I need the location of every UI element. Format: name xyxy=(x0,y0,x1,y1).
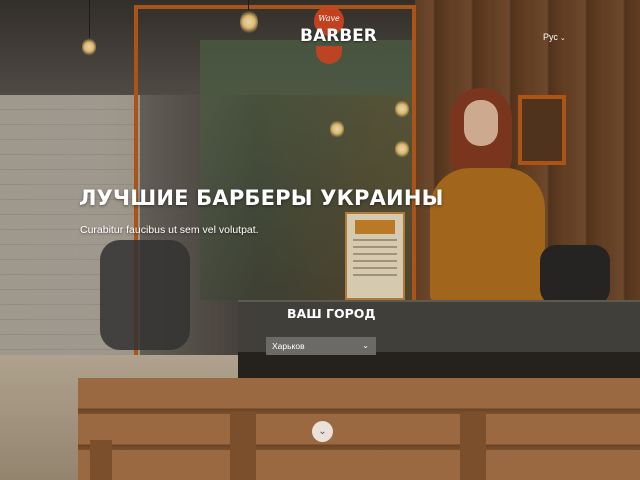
city-selected-value: Харьков xyxy=(272,341,305,351)
language-label: Рус xyxy=(543,32,558,42)
barber-logo[interactable]: Wave BARBER xyxy=(300,6,377,64)
logo-beard-shape xyxy=(316,46,342,64)
dark-overlay xyxy=(0,0,640,480)
scroll-down-button[interactable]: ⌄ xyxy=(312,421,333,442)
city-select[interactable]: Харьков ⌄ xyxy=(266,337,376,355)
hero-background xyxy=(0,0,640,480)
hero-title: ЛУЧШИЕ БАРБЕРЫ УКРАИНЫ xyxy=(79,186,444,210)
chevron-down-icon: ⌄ xyxy=(318,426,327,437)
logo-script-text: Wave xyxy=(318,14,340,23)
language-switcher[interactable]: Рус ⌄ xyxy=(543,32,566,42)
chevron-down-icon: ⌄ xyxy=(362,341,369,350)
city-label: ВАШ ГОРОД xyxy=(287,306,376,321)
hero-subtitle: Curabitur faucibus ut sem vel volutpat. xyxy=(80,224,259,236)
logo-wordmark: BARBER xyxy=(300,26,377,46)
chevron-down-icon: ⌄ xyxy=(559,35,566,42)
